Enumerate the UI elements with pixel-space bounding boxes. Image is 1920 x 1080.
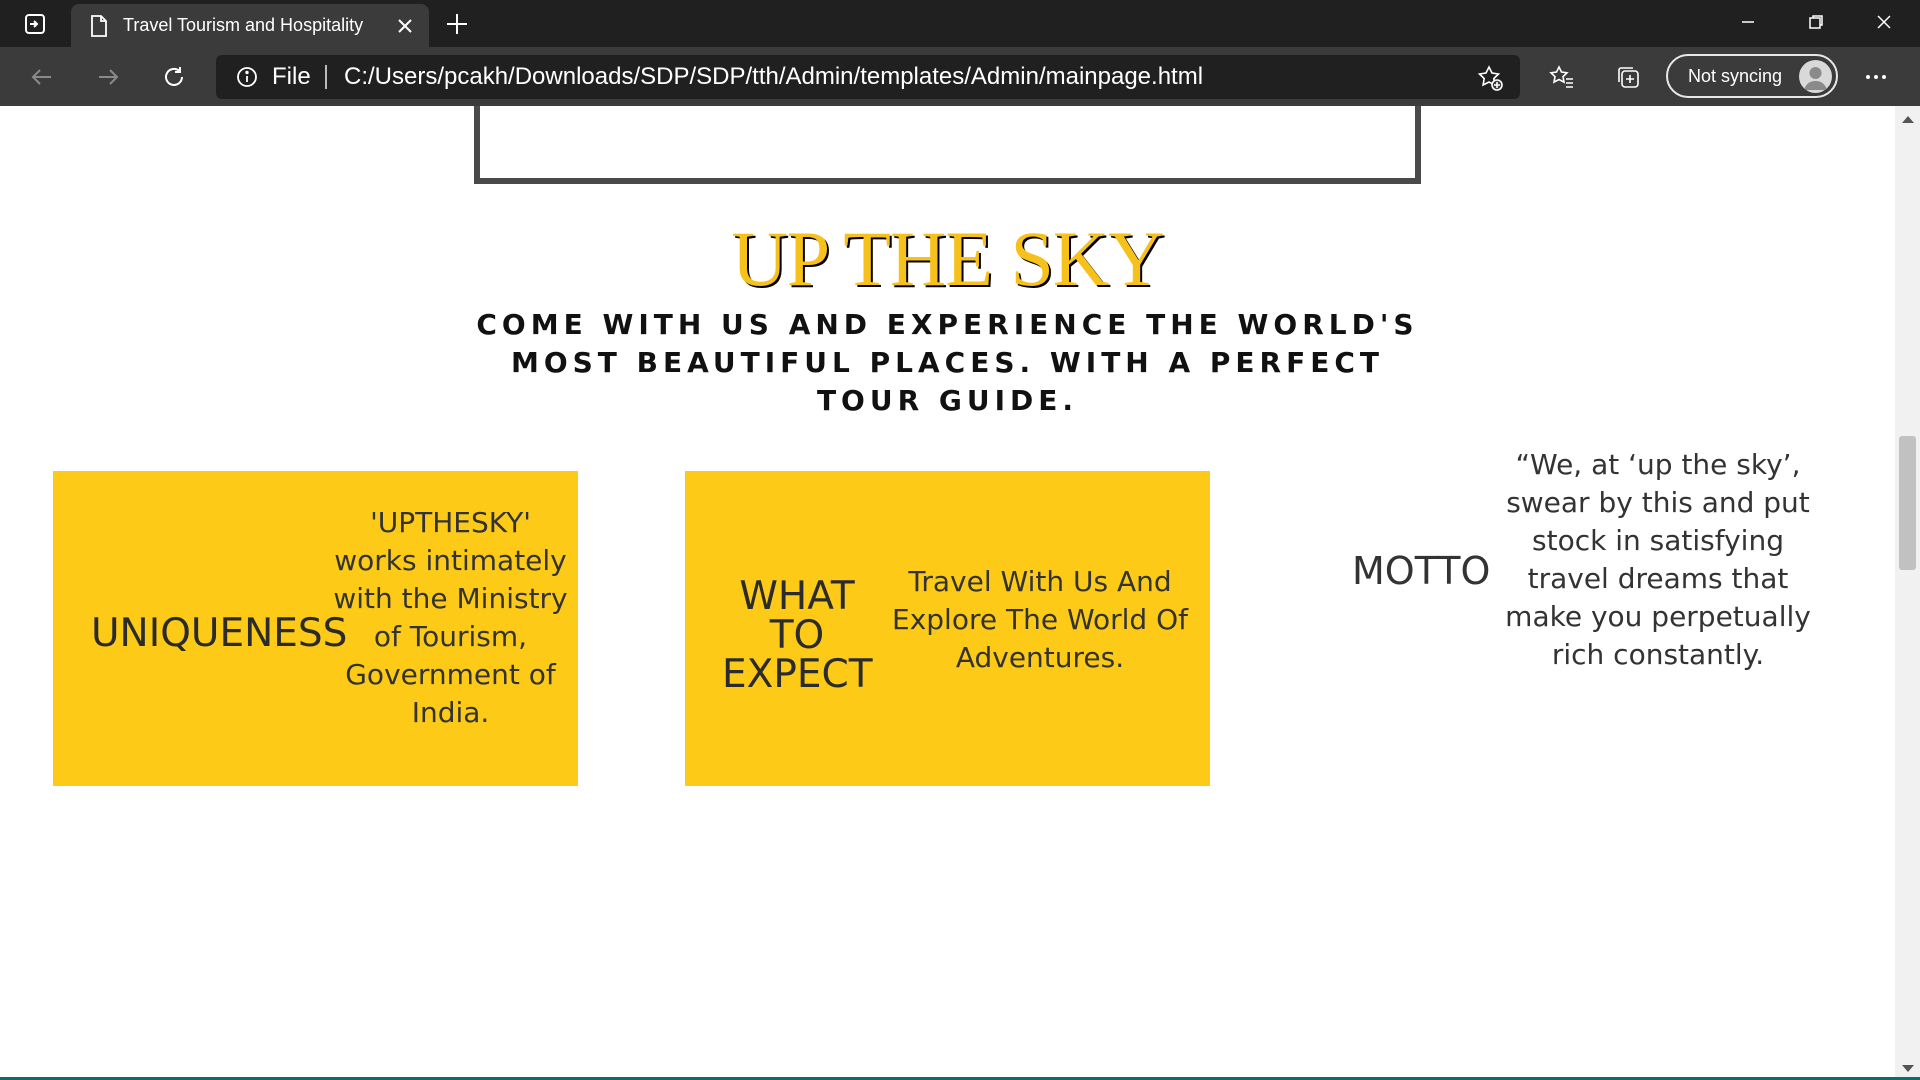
forward-arrow-icon[interactable] xyxy=(92,61,124,93)
uniqueness-card: UNIQUENESS 'UPTHESKY' works intimately w… xyxy=(53,471,578,786)
refresh-icon[interactable] xyxy=(158,61,190,93)
star-plus-icon[interactable] xyxy=(1476,64,1504,92)
profile-button[interactable]: Not syncing xyxy=(1666,54,1838,98)
address-bar[interactable]: File C:/Users/pcakh/Downloads/SDP/SDP/tt… xyxy=(216,55,1520,99)
scroll-down-icon[interactable] xyxy=(1902,1065,1914,1072)
favorites-icon[interactable] xyxy=(1546,61,1578,93)
page-viewport: UP THE SKY COME WITH US AND EXPERIENCE T… xyxy=(0,106,1895,1080)
avatar xyxy=(1799,60,1832,93)
address-separator xyxy=(325,65,327,89)
url-text[interactable]: C:/Users/pcakh/Downloads/SDP/SDP/tth/Adm… xyxy=(344,63,1203,91)
scheme-label: File xyxy=(272,63,311,90)
restore-button[interactable] xyxy=(1782,0,1850,44)
what-to-expect-card: WHAT TO EXPECT Travel With Us And Explor… xyxy=(685,471,1210,786)
back-arrow-icon[interactable] xyxy=(26,61,58,93)
close-icon[interactable] xyxy=(395,16,415,36)
more-icon[interactable] xyxy=(1860,61,1892,93)
minimize-button[interactable] xyxy=(1714,0,1782,44)
plus-icon[interactable] xyxy=(443,10,471,38)
info-icon[interactable] xyxy=(236,66,258,88)
hero-title: UP THE SKY xyxy=(731,215,1164,302)
collections-icon[interactable] xyxy=(1612,61,1644,93)
card-heading: UNIQUENESS xyxy=(91,611,348,656)
scroll-thumb[interactable] xyxy=(1899,436,1916,570)
profile-label: Not syncing xyxy=(1688,65,1783,86)
page-icon xyxy=(91,14,107,37)
close-window-button[interactable] xyxy=(1850,0,1918,44)
tab-title: Travel Tourism and Hospitality xyxy=(123,15,364,35)
navigation-bar: File C:/Users/pcakh/Downloads/SDP/SDP/tt… xyxy=(0,47,1920,106)
hero-subtitle: COME WITH US AND EXPERIENCE THE WORLD'S … xyxy=(476,308,1419,417)
vertical-scrollbar[interactable] xyxy=(1895,106,1920,1080)
tab-strip: Travel Tourism and Hospitality xyxy=(0,0,1920,47)
tab-actions-icon[interactable] xyxy=(16,9,54,39)
card-text: Travel With Us And Explore The World Of … xyxy=(892,565,1188,674)
motto-heading: MOTTO xyxy=(1352,549,1491,593)
active-tab[interactable]: Travel Tourism and Hospitality xyxy=(71,4,429,47)
video-frame xyxy=(474,106,1421,184)
card-heading: WHAT TO EXPECT xyxy=(722,574,873,697)
card-text: 'UPTHESKY' works intimately with the Min… xyxy=(333,506,568,729)
scroll-up-icon[interactable] xyxy=(1902,116,1914,123)
motto-text: “We, at ‘up the sky’, swear by this and … xyxy=(1505,448,1811,671)
